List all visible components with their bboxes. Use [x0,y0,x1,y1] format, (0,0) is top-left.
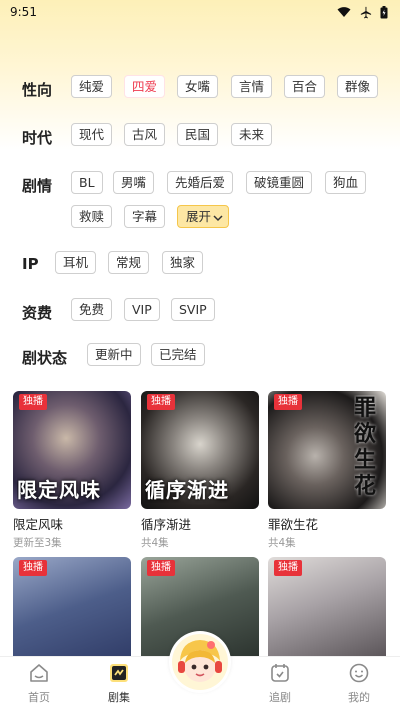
chip-fee-2[interactable]: SVIP [171,298,215,321]
chip-era-3[interactable]: 未来 [231,123,273,146]
chip-plot-2[interactable]: 先婚后爱 [167,171,234,194]
drama-episode-info: 共4集 [141,537,169,549]
status-bar: 9:51 [0,0,400,24]
chip-plot-1[interactable]: 男嘴 [113,171,155,194]
chip-gender-1[interactable]: 四爱 [124,75,166,98]
wifi-icon [337,7,351,17]
chip-gender-2[interactable]: 女嘴 [177,75,219,98]
tab-home-label: 首页 [28,691,50,704]
chip-era-1[interactable]: 古风 [124,123,166,146]
poster-title: 罪欲生花 [354,395,377,499]
chip-gender-5[interactable]: 群像 [337,75,379,98]
mascot-button[interactable] [169,631,231,693]
chip-plot-6[interactable]: 字幕 [124,205,166,228]
tab-profile-label: 我的 [348,691,370,704]
status-icons [337,5,388,19]
chip-gender-0[interactable]: 纯爱 [71,75,113,98]
exclusive-badge: 独播 [274,560,302,576]
filter-label-ip: IP [22,255,39,273]
chip-plot-4[interactable]: 狗血 [325,171,367,194]
tab-drama-label: 剧集 [108,691,130,704]
airplane-icon [360,6,372,18]
follow-icon [271,664,289,682]
drama-poster[interactable]: 独播 罪欲生花 [268,391,386,509]
drama-episode-info: 共4集 [268,537,296,549]
filter-label-era: 时代 [22,129,53,147]
exclusive-badge: 独播 [19,560,47,576]
chip-era-0[interactable]: 现代 [71,123,113,146]
tab-drama[interactable]: 剧集 [89,657,149,711]
tab-follow-label: 追剧 [269,691,291,704]
battery-icon [380,5,388,18]
chip-ip-1[interactable]: 常规 [108,251,150,274]
expand-label: 展开 [186,209,212,224]
filter-label-plot: 剧情 [22,177,53,195]
exclusive-badge: 独播 [274,394,302,410]
tab-follow[interactable]: 追剧 [250,657,310,711]
drama-poster[interactable]: 独播 循序渐进 [141,391,259,509]
drama-icon [110,664,128,682]
tab-home[interactable]: 首页 [9,657,69,711]
chip-plot-3[interactable]: 破镜重圆 [246,171,313,194]
chip-status-1[interactable]: 已完结 [151,343,205,366]
profile-icon [349,663,369,683]
drama-poster[interactable]: 独播 限定风味 [13,391,131,509]
mascot-icon [172,634,228,690]
chip-gender-3[interactable]: 言情 [231,75,273,98]
chip-plot-5[interactable]: 救赎 [71,205,113,228]
chip-ip-2[interactable]: 独家 [162,251,204,274]
filter-label-gender: 性向 [22,81,53,99]
chip-ip-0[interactable]: 耳机 [55,251,97,274]
filter-label-fee: 资费 [22,304,53,322]
drama-title[interactable]: 循序渐进 [141,514,191,533]
expand-button[interactable]: 展开 [177,205,230,228]
chip-fee-0[interactable]: 免费 [71,298,113,321]
chip-status-0[interactable]: 更新中 [87,343,141,366]
status-time: 9:51 [10,5,37,19]
chevron-down-icon [213,207,223,228]
chip-gender-4[interactable]: 百合 [284,75,326,98]
drama-title[interactable]: 罪欲生花 [268,514,318,533]
exclusive-badge: 独播 [147,560,175,576]
chip-fee-1[interactable]: VIP [124,298,160,321]
exclusive-badge: 独播 [19,394,47,410]
chip-plot-0[interactable]: BL [71,171,103,194]
home-icon [30,664,48,682]
poster-title: 循序渐进 [145,478,229,502]
filter-label-status: 剧状态 [22,349,68,367]
chip-era-2[interactable]: 民国 [177,123,219,146]
tab-profile[interactable]: 我的 [329,657,389,711]
drama-episode-info: 更新至3集 [13,537,62,549]
poster-title: 限定风味 [17,478,101,502]
drama-title[interactable]: 限定风味 [13,514,63,533]
exclusive-badge: 独播 [147,394,175,410]
